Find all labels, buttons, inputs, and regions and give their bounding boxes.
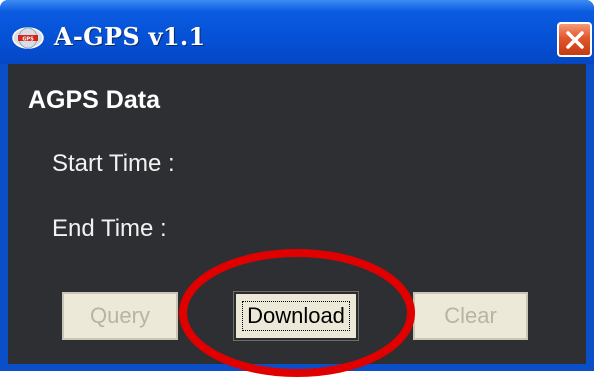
close-button[interactable] [557, 22, 592, 57]
svg-text:GPS: GPS [22, 37, 34, 43]
query-button[interactable]: Query [62, 292, 178, 340]
start-time-label: Start Time : [52, 150, 175, 177]
window-bottom-border [0, 364, 594, 371]
clear-button[interactable]: Clear [413, 292, 528, 340]
section-title: AGPS Data [28, 86, 160, 114]
title-bar[interactable]: GPS A-GPS v1.1 [0, 0, 594, 64]
agps-globe-icon: GPS [12, 27, 44, 49]
download-button-label: Download [242, 301, 350, 331]
client-area: AGPS Data Start Time : End Time : Query … [8, 64, 586, 364]
end-time-label: End Time : [52, 215, 167, 242]
window-title: A-GPS v1.1 [54, 22, 206, 51]
download-button[interactable]: Download [233, 291, 359, 341]
close-icon [565, 30, 584, 49]
app-window: GPS A-GPS v1.1 AGPS Data Start Time : En… [0, 0, 594, 371]
